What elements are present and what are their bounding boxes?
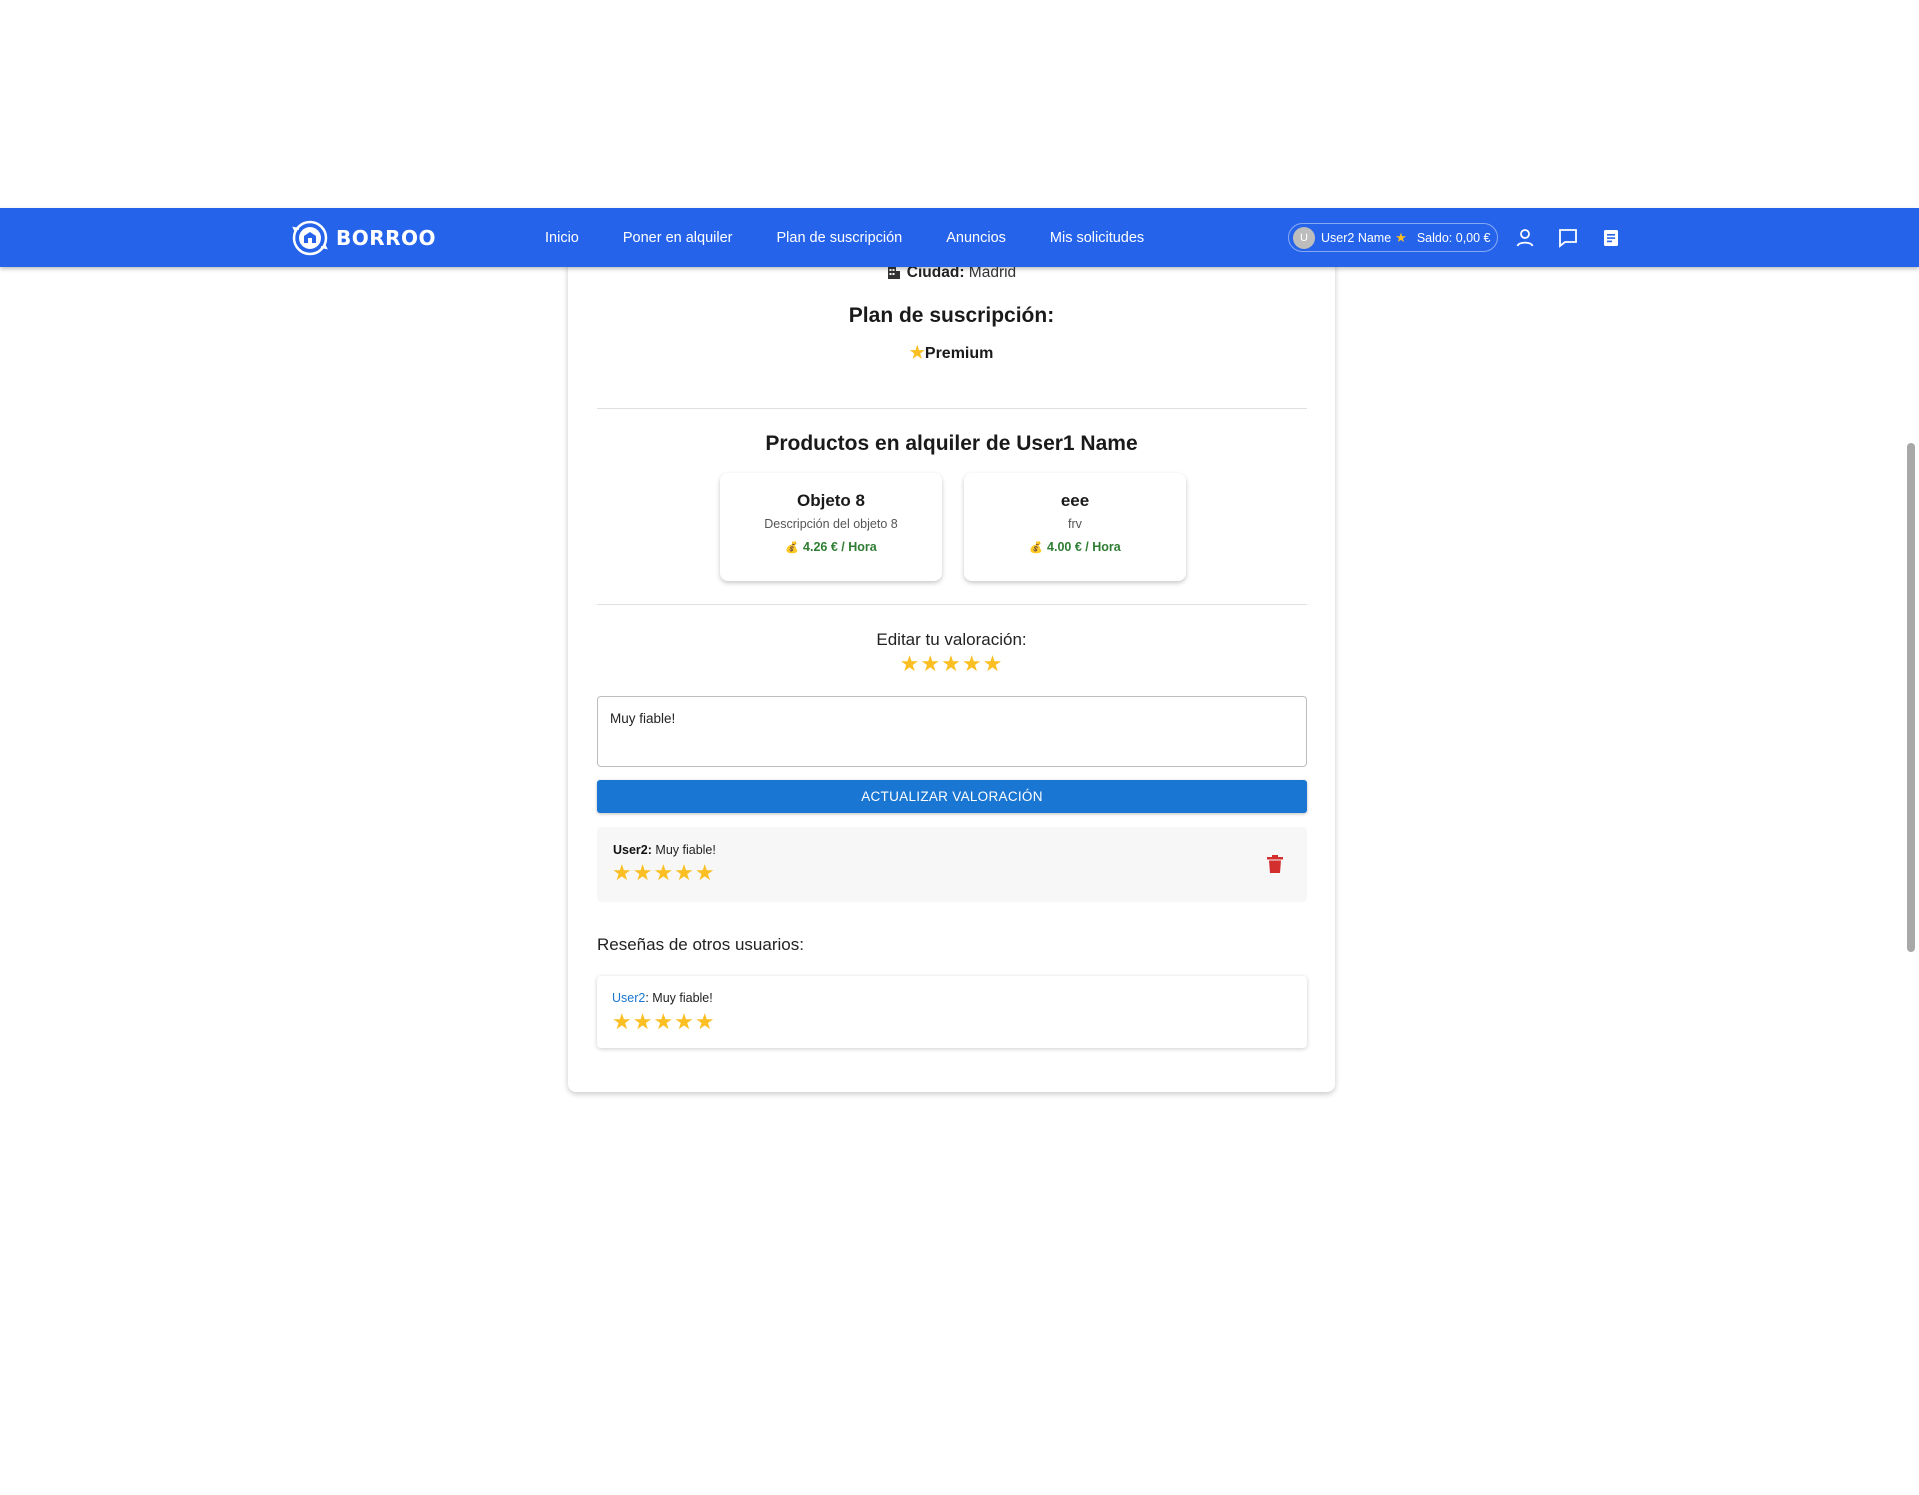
product-description: frv	[1068, 517, 1082, 531]
star-icon[interactable]: ★	[900, 651, 921, 676]
nav-anuncios[interactable]: Anuncios	[946, 230, 1006, 246]
balance: Saldo: 0,00 €	[1416, 230, 1491, 245]
document-icon[interactable]	[1599, 226, 1623, 250]
review-comment: : Muy fiable!	[645, 991, 713, 1005]
review-stars: ★★★★★	[612, 1009, 716, 1034]
main-nav: Inicio Poner en alquiler Plan de suscrip…	[522, 208, 1188, 267]
money-bag-icon: 💰	[1029, 542, 1044, 554]
product-price: 💰 4.26 € / Hora	[720, 540, 942, 554]
review-comment-input[interactable]: Muy fiable!	[597, 696, 1307, 767]
review-stars: ★★★★★	[612, 860, 716, 885]
review-text: User2: Muy fiable!	[612, 991, 713, 1005]
star-icon: ★	[909, 343, 925, 362]
brand[interactable]: BORROO	[292, 220, 436, 256]
star-icon[interactable]: ★	[941, 651, 962, 676]
product-price: 💰 4.00 € / Hora	[964, 540, 1186, 554]
product-card[interactable]: eee frv 💰 4.00 € / Hora	[964, 473, 1186, 581]
trash-icon[interactable]	[1267, 855, 1283, 873]
nav-mis-solicitudes[interactable]: Mis solicitudes	[1050, 230, 1144, 246]
nav-inicio[interactable]: Inicio	[545, 230, 579, 246]
divider	[597, 408, 1307, 409]
price-value: 4.00 € / Hora	[1047, 540, 1121, 554]
divider	[597, 604, 1307, 605]
user-name: User2 Name	[1321, 230, 1392, 245]
star-icon[interactable]: ★	[962, 651, 983, 676]
avatar: U	[1293, 226, 1315, 249]
my-review: User2: Muy fiable! ★★★★★	[597, 827, 1307, 902]
premium-star-icon: ★	[1395, 229, 1407, 245]
user-chip[interactable]: U User2 Name ★ Saldo: 0,00 €	[1288, 223, 1498, 252]
product-description: Descripción del objeto 8	[764, 517, 898, 531]
update-rating-button[interactable]: ACTUALIZAR VALORACIÓN	[597, 780, 1307, 813]
nav-plan-de-suscripcion[interactable]: Plan de suscripción	[777, 230, 903, 246]
borroo-logo-icon	[292, 220, 328, 256]
plan-name: Premium	[924, 345, 994, 362]
review-user: User2:	[613, 843, 652, 857]
products-title: Productos en alquiler de User1 Name	[765, 432, 1138, 455]
plan-value: ★Premium	[568, 343, 1335, 363]
money-bag-icon: 💰	[785, 542, 800, 554]
other-reviews-title: Reseñas de otros usuarios:	[597, 935, 804, 954]
review-item: User2: Muy fiable! ★★★★★	[597, 976, 1307, 1048]
product-card[interactable]: Objeto 8 Descripción del objeto 8 💰 4.26 …	[720, 473, 942, 581]
nav-poner-en-alquiler[interactable]: Poner en alquiler	[623, 230, 733, 246]
product-name: eee	[1060, 491, 1090, 510]
scrollbar[interactable]	[1907, 443, 1915, 952]
product-name: Objeto 8	[796, 491, 865, 510]
edit-rating-label: Editar tu valoración:	[876, 630, 1027, 649]
building-icon	[887, 267, 900, 279]
rating-stars-input[interactable]: ★★★★★	[568, 651, 1335, 677]
plan-title: Plan de suscripción:	[848, 304, 1055, 327]
review-text: User2: Muy fiable!	[613, 843, 716, 857]
chat-icon[interactable]	[1556, 226, 1580, 250]
user-profile-card: Ciudad: Madrid Plan de suscripción: ★Pre…	[568, 240, 1335, 1092]
person-icon[interactable]	[1513, 226, 1537, 250]
top-navbar: BORROO Inicio Poner en alquiler Plan de …	[0, 208, 1919, 267]
brand-name: BORROO	[336, 226, 437, 250]
star-icon[interactable]: ★	[920, 651, 941, 676]
star-icon[interactable]: ★	[983, 651, 1004, 676]
review-user-link[interactable]: User2	[612, 991, 645, 1005]
price-value: 4.26 € / Hora	[803, 540, 877, 554]
review-comment: Muy fiable!	[655, 843, 716, 857]
